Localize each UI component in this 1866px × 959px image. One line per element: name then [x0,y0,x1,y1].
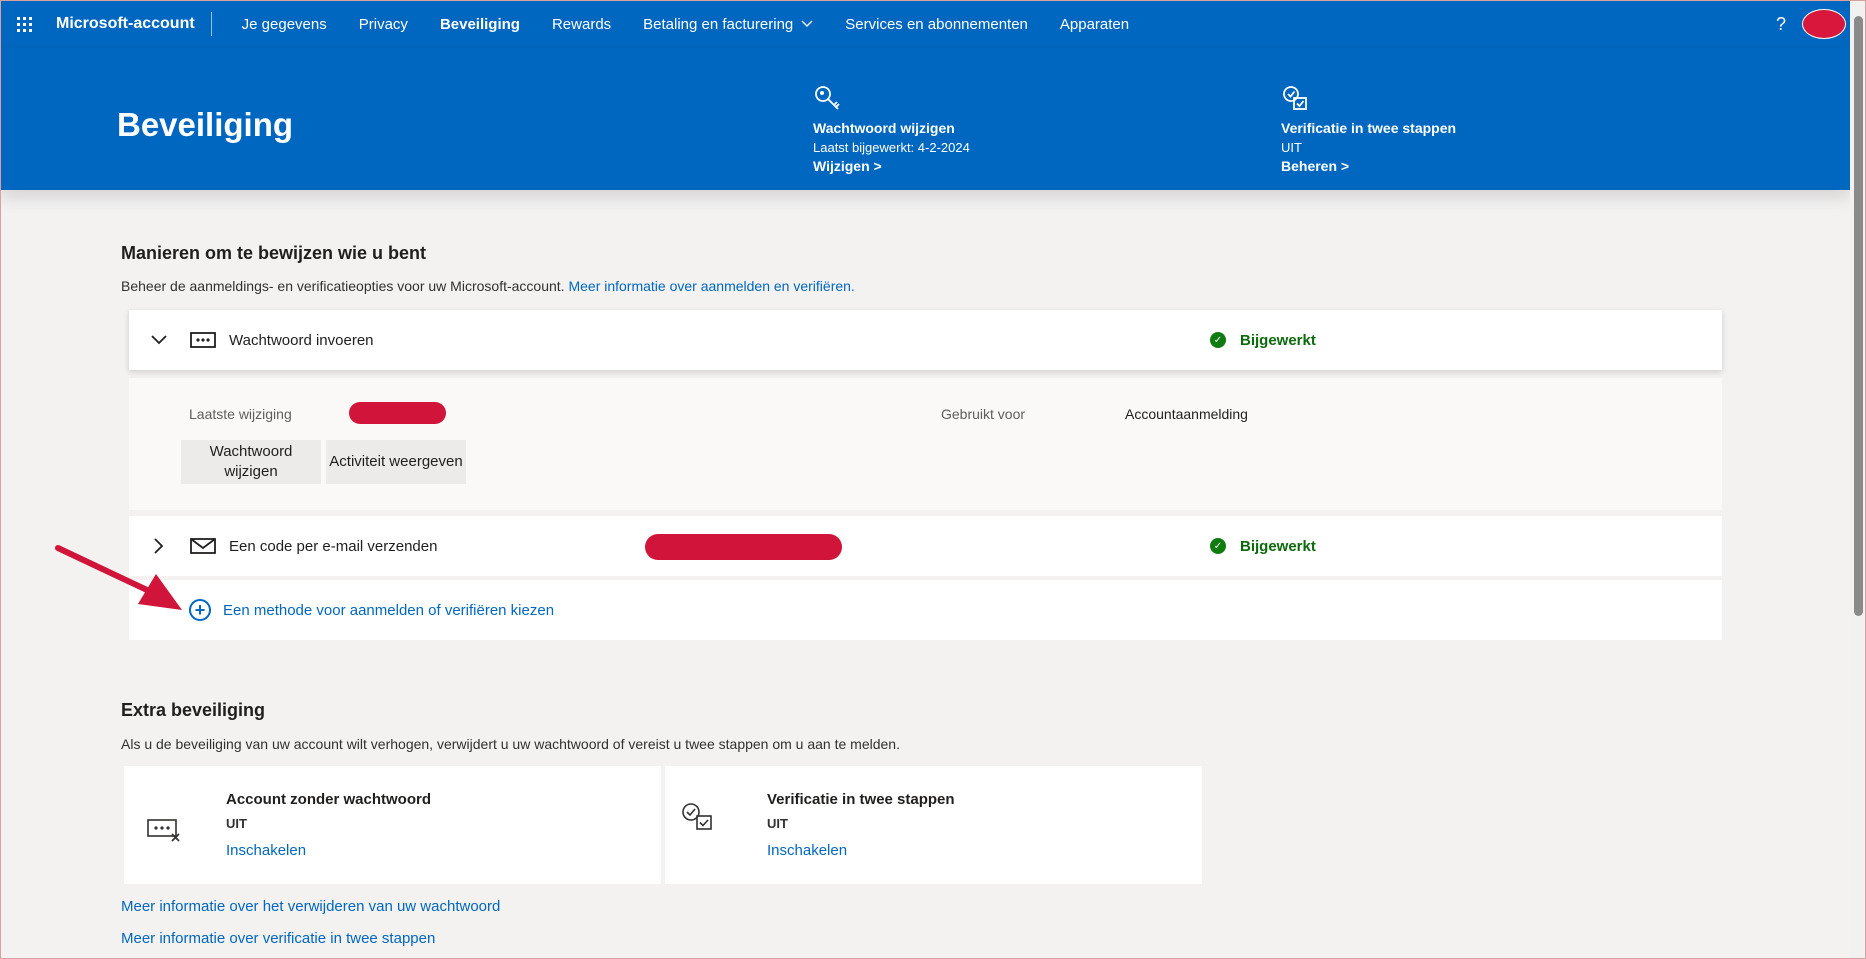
mail-icon [190,538,216,554]
passwordless-status: UIT [226,816,247,831]
nav-link-services[interactable]: Services en abonnementen [829,0,1044,48]
nav-link-apparaten[interactable]: Apparaten [1044,0,1145,48]
twostep-info-link[interactable]: Meer informatie over verificatie in twee… [121,930,435,947]
nav-link-betaling[interactable]: Betaling en facturering [627,0,829,48]
nav-link-privacy[interactable]: Privacy [343,0,424,48]
password-detail-panel: Laatste wijziging Gebruikt voor Accounta… [129,378,1722,510]
email-method-row: Een code per e-mail verzenden ✓ Bijgewer… [129,516,1722,576]
waffle-icon [16,16,32,32]
twostep-card: Verificatie in twee stappen UIT Inschake… [665,766,1202,884]
hero-banner: Beveiliging Wachtwoord wijzigen Laatst b… [0,48,1850,190]
used-for-value: Accountaanmelding [1125,406,1248,422]
nav-link-betaling-label: Betaling en facturering [643,15,794,33]
email-method-card[interactable]: Een code per e-mail verzenden ✓ Bijgewer… [129,516,1722,576]
password-method-row: Wachtwoord invoeren ✓ Bijgewerkt [129,310,1722,370]
brand-link[interactable]: Microsoft-account [48,15,211,33]
passwordless-icon [147,819,180,842]
check-circle-icon: ✓ [1210,538,1226,554]
email-method-label: Een code per e-mail verzenden [229,537,438,555]
passwordless-card: Account zonder wachtwoord UIT Inschakele… [124,766,661,884]
page-title: Beveiliging [117,106,294,143]
passwordless-title: Account zonder wachtwoord [226,791,432,808]
hero-password-block: Wachtwoord wijzigen Laatst bijgewerkt: 4… [813,84,970,176]
password-method-label: Wachtwoord invoeren [229,331,374,349]
nav-link-je-gegevens[interactable]: Je gegevens [226,0,343,48]
avatar[interactable] [1802,9,1846,39]
annotation-arrow-icon [55,545,182,610]
app-launcher-button[interactable] [0,0,48,48]
hero-password-change-link[interactable]: Wijzigen > [813,157,970,176]
chevron-down-icon [801,20,813,27]
last-change-label: Laatste wijziging [189,406,292,422]
brand-divider [210,12,212,36]
password-dots-icon [190,332,216,348]
remove-password-info-link[interactable]: Meer informatie over het verwijderen van… [121,898,500,915]
twostep-status: UIT [767,816,788,831]
ways-desc-text: Beheer de aanmeldings- en verificatieopt… [121,278,565,294]
hero-password-sub: Laatst bijgewerkt: 4-2-2024 [813,140,970,155]
view-activity-button[interactable]: Activiteit weergeven [326,440,466,484]
key-icon [815,86,840,110]
password-method-card[interactable]: Wachtwoord invoeren ✓ Bijgewerkt [129,310,1722,370]
email-status: ✓ Bijgewerkt [1210,538,1316,555]
scrollbar-thumb[interactable] [1854,16,1863,616]
nav-link-beveiliging[interactable]: Beveiliging [424,0,536,48]
nav-link-rewards[interactable]: Rewards [536,0,627,48]
vertical-scrollbar[interactable] [1850,0,1866,959]
check-circle-icon: ✓ [1210,332,1226,348]
hero-twostep-block: Verificatie in twee stappen UIT Beheren … [1281,84,1456,176]
add-circle-icon: + [189,599,211,621]
extra-section-title: Extra beveiliging [121,700,266,720]
hero-password-title: Wachtwoord wijzigen [813,120,955,136]
extra-section-desc: Als u de beveiliging van uw account wilt… [121,736,900,752]
passwordless-enable-link[interactable]: Inschakelen [226,842,306,859]
two-step-icon [1283,86,1307,110]
change-password-button[interactable]: Wachtwoord wijzigen [181,440,321,484]
twostep-title: Verificatie in twee stappen [767,791,955,808]
add-method-row[interactable]: + Een methode voor aanmelden of verifiër… [129,580,1722,640]
redacted-email [645,534,842,560]
password-status-text: Bijgewerkt [1240,331,1316,349]
top-nav: Microsoft-account Je gegevens Privacy Be… [0,0,1850,48]
ways-section-desc: Beheer de aanmeldings- en verificatieopt… [121,278,855,294]
ways-learn-more-link[interactable]: Meer informatie over aanmelden en verifi… [568,278,854,294]
add-method-link[interactable]: Een methode voor aanmelden of verifiëren… [223,602,554,619]
ways-section-title: Manieren om te bewijzen wie u bent [121,243,427,263]
hero-twostep-title: Verificatie in twee stappen [1281,120,1457,136]
email-status-text: Bijgewerkt [1240,537,1316,555]
chevron-down-icon[interactable] [129,334,189,346]
used-for-label: Gebruikt voor [941,406,1026,422]
hero-twostep-manage-link[interactable]: Beheren > [1281,157,1456,176]
help-button[interactable]: ? [1760,14,1802,35]
redacted-date [349,402,446,424]
twostep-enable-link[interactable]: Inschakelen [767,842,847,859]
two-step-icon [682,803,712,830]
nav-right: ? [1760,0,1850,48]
hero-twostep-sub: UIT [1281,140,1302,155]
password-status: ✓ Bijgewerkt [1210,332,1316,349]
